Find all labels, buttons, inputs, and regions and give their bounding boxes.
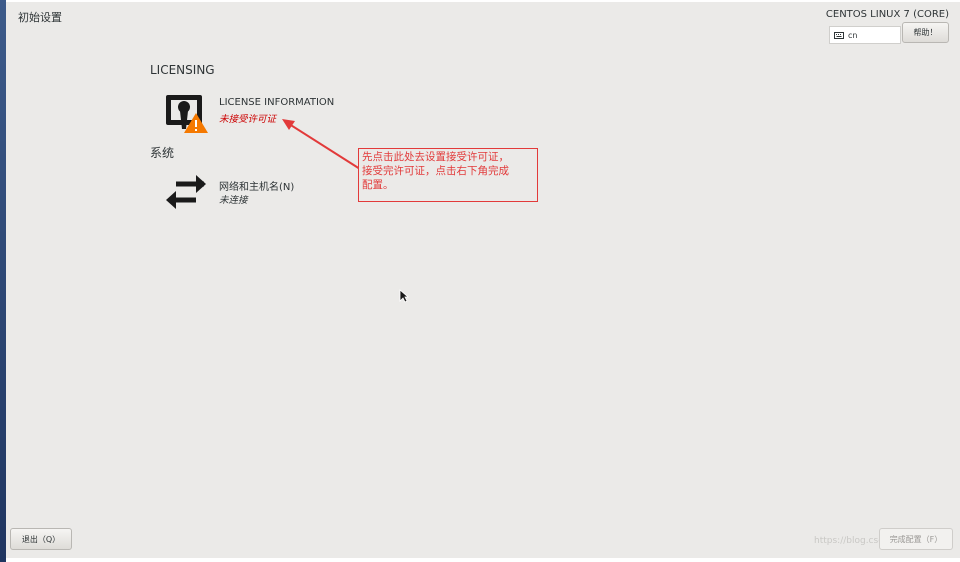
product-name: CENTOS LINUX 7 (CORE) (825, 9, 949, 20)
keyboard-layout-label: cn (848, 30, 858, 40)
quit-button[interactable]: 退出（Q） (10, 528, 72, 550)
license-spoke-title: LICENSE INFORMATION (219, 97, 335, 108)
network-hostname-spoke[interactable]: 网络和主机名(N) 未连接 (164, 170, 344, 214)
keyboard-layout-indicator[interactable]: cn (829, 26, 901, 44)
page-title: 初始设置 (18, 11, 62, 24)
network-spoke-title: 网络和主机名(N) (219, 182, 295, 193)
licensing-section-title: LICENSING (150, 63, 215, 77)
network-spoke-status: 未连接 (219, 195, 248, 206)
finish-configuration-button[interactable]: 完成配置（F） (879, 528, 953, 550)
keyboard-icon (834, 31, 844, 39)
help-button[interactable]: 帮助！ (902, 22, 949, 43)
annotation-line-3: 配置。 (362, 179, 394, 191)
license-spoke-status: 未接受许可证 (219, 114, 277, 125)
initial-setup-window: 初始设置 CENTOS LINUX 7 (CORE) cn 帮助！ LICENS… (6, 2, 960, 558)
network-arrows-icon (166, 175, 206, 209)
mouse-pointer-icon (399, 289, 409, 303)
annotation-note: 先点击此处去设置接受许可证， 接受完许可证，点击右下角完成 配置。 (358, 148, 538, 202)
license-warning-icon (166, 95, 208, 133)
annotation-line-2: 接受完许可证，点击右下角完成 (362, 165, 509, 177)
annotation-arrow (282, 119, 361, 170)
annotation-line-1: 先点击此处去设置接受许可证， (362, 151, 509, 163)
system-section-title: 系统 (150, 146, 175, 160)
